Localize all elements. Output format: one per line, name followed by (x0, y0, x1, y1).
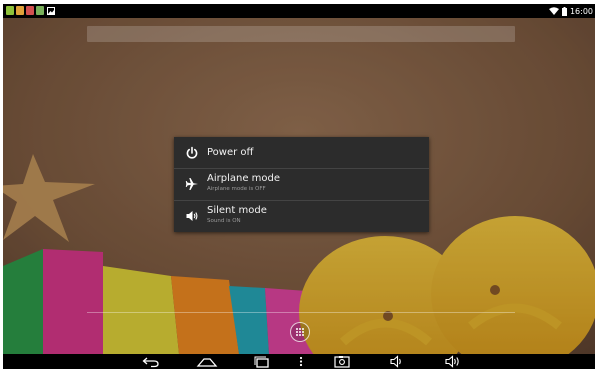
silent-mode-item[interactable]: Silent mode Sound is ON (174, 201, 429, 232)
notification-icon (26, 6, 34, 15)
navigation-bar (3, 354, 595, 369)
back-icon[interactable] (141, 354, 161, 369)
screenshot-icon[interactable] (333, 354, 351, 369)
volume-up-icon[interactable] (444, 354, 464, 369)
home-icon[interactable] (196, 354, 218, 369)
notification-icon (16, 6, 24, 15)
apps-grid-icon (296, 328, 304, 336)
power-icon (186, 146, 198, 159)
power-off-item[interactable]: Power off (174, 137, 429, 168)
notification-icon (6, 6, 14, 15)
silent-mode-status: Sound is ON (207, 218, 241, 224)
speaker-icon (186, 211, 198, 221)
airplane-icon (185, 178, 198, 190)
volume-down-icon[interactable] (389, 354, 407, 369)
menu-icon[interactable] (297, 354, 305, 369)
search-bar[interactable] (87, 26, 515, 42)
dock-divider (87, 312, 515, 313)
tablet-screen: 16:00 Power off Airplane mode Airplane m… (3, 4, 595, 369)
image-icon (47, 7, 55, 15)
notification-icon (36, 6, 44, 15)
airplane-mode-item[interactable]: Airplane mode Airplane mode is OFF (174, 169, 429, 200)
silent-mode-label: Silent mode (207, 205, 267, 216)
app-drawer-button[interactable] (290, 322, 310, 342)
power-options-menu: Power off Airplane mode Airplane mode is… (174, 137, 429, 232)
status-time: 16:00 (569, 6, 593, 16)
wifi-icon (548, 7, 559, 15)
battery-icon (561, 6, 567, 16)
power-off-label: Power off (207, 147, 254, 158)
airplane-mode-status: Airplane mode is OFF (207, 186, 266, 192)
airplane-mode-label: Airplane mode (207, 173, 281, 184)
recent-apps-icon[interactable] (253, 354, 271, 369)
status-bar: 16:00 (3, 4, 595, 18)
